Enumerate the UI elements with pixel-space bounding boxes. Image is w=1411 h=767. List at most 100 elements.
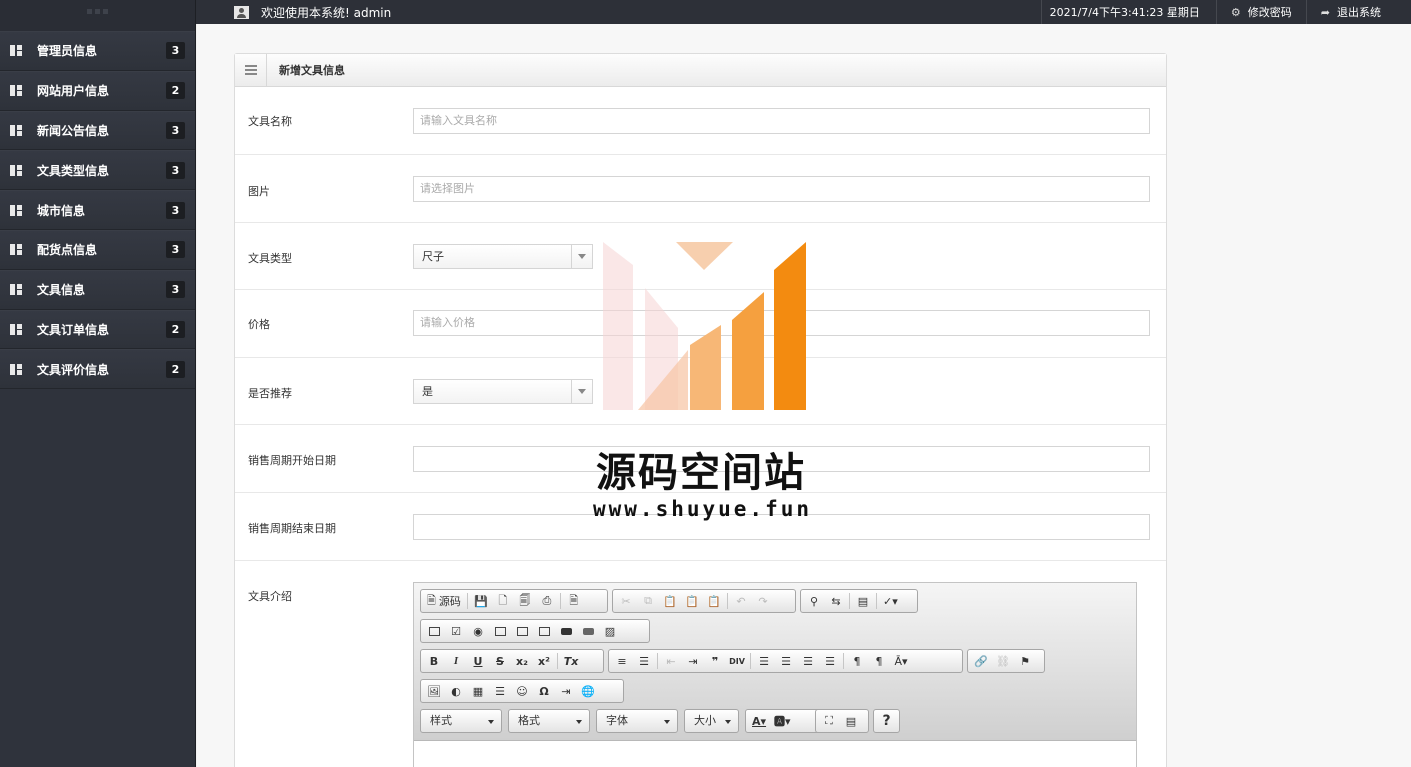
- copy-button[interactable]: ⧉: [637, 591, 659, 611]
- smiley-button[interactable]: ☺: [511, 681, 533, 701]
- subscript-icon: x₂: [516, 654, 528, 668]
- template-icon: 🗎: [569, 593, 579, 607]
- rich-text-editor: 🗎 源码 💾 🗋 🗐 ⎙ 🗎 ✂ ⧉ 📋 📋 📋 ↶ ↷ ⚲ ⇆ ▤ ✓▾ ☑ …: [413, 582, 1137, 767]
- source-button[interactable]: 🗎 源码: [423, 591, 465, 611]
- paste-button[interactable]: 📋: [659, 591, 681, 611]
- sidebar-item-orders[interactable]: 文具订单信息 2: [0, 309, 195, 350]
- align-left-button[interactable]: ☰: [753, 651, 775, 671]
- sidebar-item-reviews[interactable]: 文具评价信息 2: [0, 349, 195, 390]
- remove-format-icon: Tx: [563, 654, 579, 668]
- find-button[interactable]: ⚲: [803, 591, 825, 611]
- font-label: 字体: [606, 714, 628, 727]
- sidebar-item-admin[interactable]: 管理员信息 3: [0, 31, 195, 71]
- indent-button[interactable]: ⇥: [682, 651, 704, 671]
- language-icon: Ā▾: [894, 654, 908, 668]
- bg-color-icon: 🅰▾: [774, 715, 791, 728]
- align-center-button[interactable]: ☰: [775, 651, 797, 671]
- cut-button[interactable]: ✂: [615, 591, 637, 611]
- recommend-select[interactable]: 是: [413, 379, 593, 404]
- sidebar-item-site-users[interactable]: 网站用户信息 2: [0, 70, 195, 111]
- bulleted-list-button[interactable]: ☰: [633, 651, 655, 671]
- bg-color-button[interactable]: 🅰▾: [770, 711, 795, 731]
- numbered-list-button[interactable]: ≡: [611, 651, 633, 671]
- new-page-button[interactable]: 🗋: [492, 591, 514, 611]
- checkbox-button[interactable]: ☑: [445, 621, 467, 641]
- radio-button[interactable]: ◉: [467, 621, 489, 641]
- redo-button[interactable]: ↷: [752, 591, 774, 611]
- sidebar-item-news[interactable]: 新闻公告信息 3: [0, 110, 195, 151]
- sidebar-item-distribution-points[interactable]: 配货点信息 3: [0, 229, 195, 270]
- flash-button[interactable]: ◐: [445, 681, 467, 701]
- spellcheck-button[interactable]: ✓▾: [879, 591, 902, 611]
- div-container-button[interactable]: DIV: [726, 651, 748, 671]
- image-input[interactable]: 请选择图片: [413, 176, 1150, 202]
- justify-button[interactable]: ☰: [819, 651, 841, 671]
- sidebar-item-stationery[interactable]: 文具信息 3: [0, 269, 195, 310]
- sidebar-item-label: 文具评价信息: [37, 362, 110, 377]
- paste-text-button[interactable]: 📋: [681, 591, 703, 611]
- size-dropdown[interactable]: 大小: [684, 709, 739, 733]
- textarea-button[interactable]: [511, 621, 533, 641]
- font-dropdown[interactable]: 字体: [596, 709, 678, 733]
- image-icon: 🖼: [427, 684, 441, 698]
- select-all-button[interactable]: ▤: [852, 591, 874, 611]
- sidebar-item-stationery-types[interactable]: 文具类型信息 3: [0, 150, 195, 191]
- remove-format-button[interactable]: Tx: [560, 651, 582, 671]
- print-button[interactable]: ⎙: [536, 591, 558, 611]
- bold-button[interactable]: B: [423, 651, 445, 671]
- iframe-button[interactable]: 🌐: [577, 681, 599, 701]
- horizontal-rule-button[interactable]: ☰: [489, 681, 511, 701]
- language-button[interactable]: Ā▾: [890, 651, 912, 671]
- hidden-field-button[interactable]: ▨: [599, 621, 621, 641]
- print-icon: ⎙: [542, 594, 552, 607]
- unlink-button[interactable]: ⛓: [992, 651, 1014, 671]
- subscript-button[interactable]: x₂: [511, 651, 533, 671]
- paste-word-button[interactable]: 📋: [703, 591, 725, 611]
- button-button[interactable]: [555, 621, 577, 641]
- templates-button[interactable]: 🗎: [563, 591, 585, 611]
- sidebar-collapse-handle[interactable]: [0, 0, 195, 31]
- change-password-button[interactable]: ⚙ 修改密码: [1215, 0, 1306, 24]
- select-icon: [538, 626, 550, 636]
- preview-button[interactable]: 🗐: [514, 591, 536, 611]
- name-input[interactable]: 请输入文具名称: [413, 108, 1150, 134]
- show-blocks-button[interactable]: ▤: [840, 711, 862, 731]
- grid-icon: [10, 204, 22, 216]
- replace-button[interactable]: ⇆: [825, 591, 847, 611]
- logout-button[interactable]: ➦ 退出系统: [1305, 0, 1411, 24]
- save-button[interactable]: 💾: [470, 591, 492, 611]
- editor-content-area[interactable]: [414, 741, 1136, 767]
- type-select[interactable]: 尺子: [413, 244, 593, 269]
- styles-dropdown[interactable]: 样式: [420, 709, 502, 733]
- italic-button[interactable]: I: [445, 651, 467, 671]
- align-right-button[interactable]: ☰: [797, 651, 819, 671]
- count-badge: 2: [166, 82, 185, 100]
- maximize-button[interactable]: ⛶: [818, 711, 840, 731]
- format-dropdown[interactable]: 格式: [508, 709, 590, 733]
- blockquote-button[interactable]: ❞: [704, 651, 726, 671]
- help-button[interactable]: ?: [878, 711, 896, 731]
- user-icon: [234, 5, 249, 19]
- select-button[interactable]: [533, 621, 555, 641]
- form-button[interactable]: [423, 621, 445, 641]
- undo-button[interactable]: ↶: [730, 591, 752, 611]
- sidebar-item-cities[interactable]: 城市信息 3: [0, 190, 195, 230]
- text-color-button[interactable]: A▾: [748, 711, 770, 731]
- underline-button[interactable]: U: [467, 651, 489, 671]
- superscript-button[interactable]: x²: [533, 651, 555, 671]
- format-label: 格式: [518, 714, 540, 727]
- panel-title: 新增文具信息: [279, 64, 345, 77]
- rtl-button[interactable]: ¶: [868, 651, 890, 671]
- special-char-button[interactable]: Ω: [533, 681, 555, 701]
- textfield-button[interactable]: [489, 621, 511, 641]
- image-button-button[interactable]: [577, 621, 599, 641]
- table-button[interactable]: ▦: [467, 681, 489, 701]
- price-input[interactable]: 请输入价格: [413, 310, 1150, 336]
- ltr-button[interactable]: ¶: [846, 651, 868, 671]
- strike-button[interactable]: S: [489, 651, 511, 671]
- page-break-button[interactable]: ⇥: [555, 681, 577, 701]
- outdent-button[interactable]: ⇤: [660, 651, 682, 671]
- link-button[interactable]: 🔗: [970, 651, 992, 671]
- image-button[interactable]: 🖼: [423, 681, 445, 701]
- anchor-button[interactable]: ⚑: [1014, 651, 1036, 671]
